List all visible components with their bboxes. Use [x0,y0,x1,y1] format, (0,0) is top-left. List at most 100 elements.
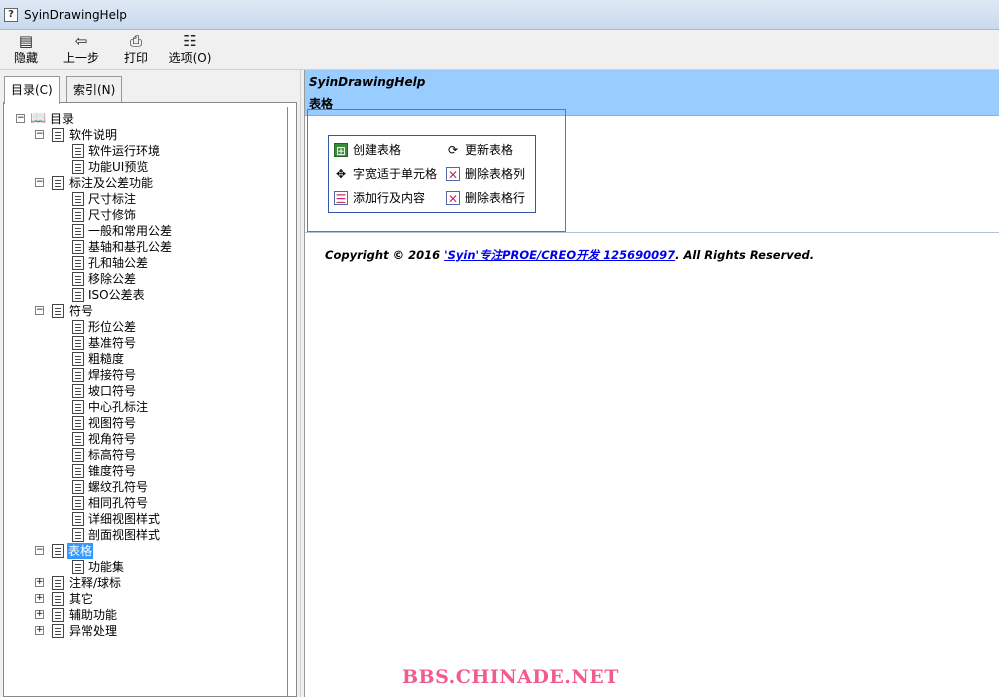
tree-item[interactable]: 尺寸标注 [4,191,287,207]
tree-label[interactable]: 软件说明 [68,127,118,143]
tree-label[interactable]: 一般和常用公差 [87,223,173,239]
tree-label[interactable]: 基轴和基孔公差 [87,239,173,255]
tree-label[interactable]: 标注及公差功能 [68,175,154,191]
tree-item[interactable]: 软件运行环境 [4,143,287,159]
tree-label[interactable]: 基准符号 [87,335,137,351]
book-icon [52,576,64,590]
tab-contents[interactable]: 目录(C) [4,76,60,104]
tree-node-notes[interactable]: + 注释/球标 [4,575,287,591]
tree-label[interactable]: 其它 [68,591,94,607]
tree-item[interactable]: 螺纹孔符号 [4,479,287,495]
tree-label[interactable]: 异常处理 [68,623,118,639]
expand-toggle[interactable]: + [35,594,44,603]
tree-item[interactable]: 剖面视图样式 [4,527,287,543]
tree-root[interactable]: − 📖 目录 [4,111,287,127]
tree-item[interactable]: 基准符号 [4,335,287,351]
tree-item[interactable]: 坡口符号 [4,383,287,399]
delete-row-icon: ✕ [446,191,460,206]
tree-item[interactable]: 移除公差 [4,271,287,287]
add-row-icon: ☰ [334,191,348,206]
tree-item[interactable]: 视图符号 [4,415,287,431]
tree-label-selected[interactable]: 表格 [67,543,94,559]
tree-item[interactable]: 焊接符号 [4,367,287,383]
collapse-toggle[interactable]: − [35,546,44,555]
page-icon [72,464,84,478]
function-label: 添加行及内容 [353,191,426,205]
tree-label[interactable]: 尺寸标注 [87,191,137,207]
tree-node-symbols[interactable]: − 符号 [4,303,287,319]
tree-item[interactable]: 详细视图样式 [4,511,287,527]
options-button-label: 选项(O) [168,51,212,65]
function-label: 创建表格 [353,143,402,157]
tree-item[interactable]: 功能UI预览 [4,159,287,175]
tab-index[interactable]: 索引(N) [66,76,123,103]
tree-item[interactable]: 锥度符号 [4,463,287,479]
tree-item[interactable]: 尺寸修饰 [4,207,287,223]
tree-node-exceptions[interactable]: + 异常处理 [4,623,287,639]
tree-label[interactable]: 孔和轴公差 [87,255,149,271]
collapse-toggle[interactable]: − [35,178,44,187]
collapse-toggle[interactable]: − [16,114,25,123]
tree-item[interactable]: 视角符号 [4,431,287,447]
book-icon [52,544,64,558]
tree-label[interactable]: 形位公差 [87,319,137,335]
page-icon [72,352,84,366]
tree-label[interactable]: 视图符号 [87,415,137,431]
contents-tree-panel: − 📖 目录 − 软件说明 软件运行环境 功能UI预览 − 标注及公差功能 尺寸… [3,102,297,697]
tree-item[interactable]: 粗糙度 [4,351,287,367]
tree-label[interactable]: 软件运行环境 [87,143,161,159]
tree-label[interactable]: 移除公差 [87,271,137,287]
book-open-icon: 📖 [30,111,47,126]
page-icon [72,336,84,350]
tree-item[interactable]: 一般和常用公差 [4,223,287,239]
back-button[interactable]: ⇦ 上一步 [60,32,102,68]
expand-toggle[interactable]: + [35,610,44,619]
tree-item[interactable]: 功能集 [4,559,287,575]
tree-node-dimension[interactable]: − 标注及公差功能 [4,175,287,191]
tree-item[interactable]: 中心孔标注 [4,399,287,415]
collapse-toggle[interactable]: − [35,306,44,315]
expand-toggle[interactable]: + [35,626,44,635]
tree-node-other[interactable]: + 其它 [4,591,287,607]
page-icon [72,224,84,238]
tree-label[interactable]: 详细视图样式 [87,511,161,527]
print-button[interactable]: ⎙ 打印 [120,32,152,68]
tree-label[interactable]: 注释/球标 [68,575,122,591]
tree-node-software[interactable]: − 软件说明 [4,127,287,143]
page-icon [72,240,84,254]
tree-label[interactable]: 辅助功能 [68,607,118,623]
tree-item[interactable]: 孔和轴公差 [4,255,287,271]
tree-label[interactable]: 中心孔标注 [87,399,149,415]
tree-label[interactable]: 尺寸修饰 [87,207,137,223]
collapse-toggle[interactable]: − [35,130,44,139]
tree-label[interactable]: 锥度符号 [87,463,137,479]
tree-label[interactable]: 焊接符号 [87,367,137,383]
tree-label[interactable]: 螺纹孔符号 [87,479,149,495]
tree-label[interactable]: 目录 [49,111,75,127]
copyright-link[interactable]: 'Syin'专注PROE/CREO开发 125690097 [444,248,675,262]
tree-item[interactable]: 基轴和基孔公差 [4,239,287,255]
tree-item[interactable]: 形位公差 [4,319,287,335]
tree-label[interactable]: 视角符号 [87,431,137,447]
function-table: ⊞ 创建表格 ⟳ 更新表格 ✥ 字宽适于单元格 ✕ 删除表格列 ☰ 添加行及内容… [328,135,536,213]
tree-item[interactable]: ISO公差表 [4,287,287,303]
delete-column-icon: ✕ [446,167,460,182]
tree-label[interactable]: 剖面视图样式 [87,527,161,543]
page-icon [72,512,84,526]
tree-label[interactable]: ISO公差表 [87,287,146,303]
tree-label[interactable]: 相同孔符号 [87,495,149,511]
tree-label[interactable]: 粗糙度 [87,351,125,367]
tree-label[interactable]: 符号 [68,303,94,319]
tree-node-tables[interactable]: − 表格 [4,543,287,559]
expand-toggle[interactable]: + [35,578,44,587]
hide-button[interactable]: ▤ 隐藏 [8,32,44,68]
refresh-icon: ⟳ [447,143,459,157]
tree-label[interactable]: 功能集 [87,559,125,575]
options-button[interactable]: ☷ 选项(O) [166,32,214,68]
tree-node-assist[interactable]: + 辅助功能 [4,607,287,623]
tree-label[interactable]: 坡口符号 [87,383,137,399]
tree-label[interactable]: 标高符号 [87,447,137,463]
tree-label[interactable]: 功能UI预览 [87,159,149,175]
tree-item[interactable]: 相同孔符号 [4,495,287,511]
tree-item[interactable]: 标高符号 [4,447,287,463]
